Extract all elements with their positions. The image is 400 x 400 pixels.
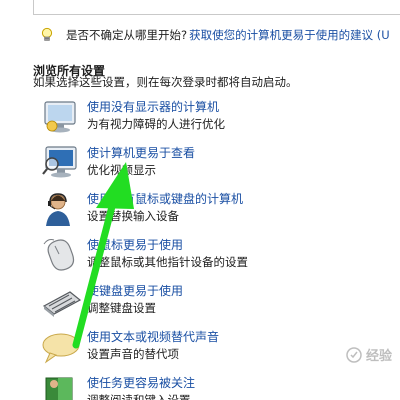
setting-item-title[interactable]: 使用没有显示器的计算机: [87, 98, 219, 115]
setting-item-description: 优化视频显示: [87, 163, 156, 177]
tip-row: 是否不确定从哪里开始? 获取使您的计算机更易于使用的建议 (U: [40, 26, 390, 44]
setting-item-description: 调整鼠标或其他指针设备的设置: [87, 255, 248, 269]
monitor-speaker-icon: [44, 101, 76, 133]
tip-suggestions-link[interactable]: 获取使您的计算机更易于使用的建议 (U: [189, 27, 390, 43]
setting-item-title[interactable]: 使用文本或视频替代声音: [87, 328, 219, 345]
setting-item-title[interactable]: 使鼠标更易于使用: [87, 236, 183, 253]
setting-item-title[interactable]: 使计算机更易于查看: [87, 144, 195, 161]
ease-of-access-center: 是否不确定从哪里开始? 获取使您的计算机更易于使用的建议 (U 浏览所有设置 如…: [0, 0, 400, 400]
setting-item-description: 设置声音的替代项: [87, 347, 179, 361]
setting-item-sound-alternatives[interactable]: 使用文本或视频替代声音 设置声音的替代项: [40, 328, 380, 368]
tip-text: 是否不确定从哪里开始?: [66, 28, 188, 42]
setting-item-no-mouse-keyboard[interactable]: 使用没有鼠标或键盘的计算机 设置替换输入设备: [40, 190, 380, 230]
watermark: 经验: [346, 345, 392, 364]
setting-item-title[interactable]: 使任务更容易被关注: [87, 374, 195, 391]
mouse-icon: [43, 239, 75, 271]
top-panel-edge: [33, 0, 400, 15]
setting-item-description: 调整阅读和键入设置: [87, 393, 191, 400]
setting-item-mouse[interactable]: 使鼠标更易于使用 调整鼠标或其他指针设备的设置: [40, 236, 380, 276]
lightbulb-icon: [41, 27, 53, 41]
setting-item-description: 设置替换输入设备: [87, 209, 179, 223]
section-description: 如果选择这些设置，则在每次登录时都将自动启动。: [33, 75, 298, 89]
setting-item-title[interactable]: 使键盘更易于使用: [87, 282, 183, 299]
setting-item-title[interactable]: 使用没有鼠标或键盘的计算机: [87, 190, 243, 207]
person-headset-icon: [46, 193, 70, 226]
monitor-magnifier-icon: [42, 146, 77, 178]
reading-icon: [45, 377, 73, 400]
setting-item-description: 为有视力障碍的人进行优化: [87, 117, 225, 131]
setting-item-no-display[interactable]: 使用没有显示器的计算机 为有视力障碍的人进行优化: [40, 98, 380, 138]
setting-item-focus-tasks[interactable]: 使任务更容易被关注 调整阅读和键入设置: [40, 374, 380, 400]
speech-bubble-icon: [42, 333, 80, 364]
setting-item-keyboard[interactable]: 使键盘更易于使用 调整键盘设置: [40, 282, 380, 322]
watermark-logo-icon: [346, 346, 362, 363]
setting-item-easier-to-see[interactable]: 使计算机更易于查看 优化视频显示: [40, 144, 380, 184]
keyboard-icon: [42, 291, 82, 317]
setting-item-description: 调整键盘设置: [87, 301, 156, 315]
watermark-text: 经验: [365, 349, 392, 364]
